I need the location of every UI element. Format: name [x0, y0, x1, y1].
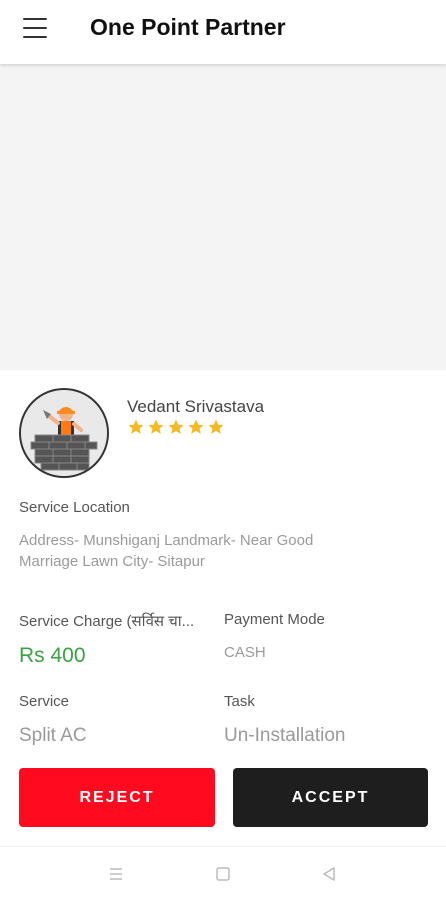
recents-icon[interactable] — [106, 864, 126, 884]
map-area[interactable] — [0, 64, 446, 370]
worker-illustration-icon — [21, 390, 107, 476]
back-icon[interactable] — [319, 864, 339, 884]
service-value: Split AC — [19, 725, 87, 746]
app-bar: One Point Partner — [0, 0, 446, 64]
address-line-2: Marriage Lawn City- Sitapur — [19, 553, 205, 570]
payment-mode-label: Payment Mode — [224, 611, 325, 628]
service-location-label: Service Location — [19, 499, 130, 516]
task-label: Task — [224, 693, 255, 710]
reject-button[interactable]: REJECT — [19, 768, 215, 827]
service-charge-value: Rs 400 — [19, 644, 86, 667]
service-charge-label: Service Charge (सर्विस चा... — [19, 613, 195, 630]
customer-rating — [127, 418, 225, 436]
hamburger-menu-icon[interactable] — [23, 18, 47, 38]
star-icon — [148, 419, 164, 434]
star-icon — [128, 419, 144, 434]
star-icon — [188, 419, 204, 434]
task-value: Un-Installation — [224, 725, 346, 746]
service-label: Service — [19, 693, 70, 710]
address-line-1: Address- Munshiganj Landmark- Near Good — [19, 532, 314, 549]
star-icon — [208, 419, 224, 434]
app-title: One Point Partner — [90, 14, 286, 40]
system-navigation-bar — [0, 846, 446, 901]
accept-button[interactable]: ACCEPT — [233, 768, 428, 827]
home-icon[interactable] — [213, 864, 233, 884]
worker-avatar — [19, 388, 109, 478]
payment-mode-value: CASH — [224, 644, 266, 661]
star-icon — [168, 419, 184, 434]
customer-name: Vedant Srivastava — [127, 397, 265, 416]
